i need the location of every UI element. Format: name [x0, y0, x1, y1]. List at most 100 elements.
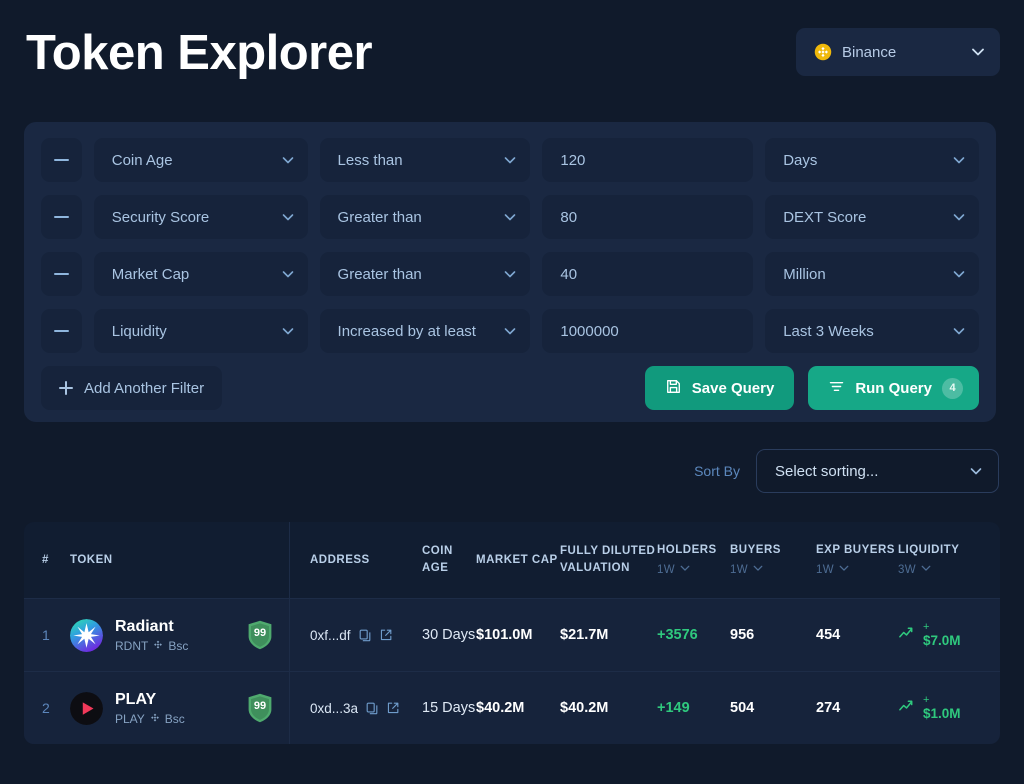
liquidity-value: $1.0M — [923, 706, 961, 721]
minus-icon — [53, 158, 69, 162]
filter-row-1: Security Score Greater than 80 DEXT Scor… — [41, 195, 980, 239]
run-query-count-badge: 4 — [942, 377, 963, 399]
save-query-button[interactable]: Save Query — [644, 366, 795, 410]
filter-field-label-1: Security Score — [111, 208, 210, 226]
filter-operator-select-0[interactable]: Less than — [319, 138, 531, 182]
chevron-down-icon — [839, 562, 849, 579]
row-coin-age: 15 Days — [422, 700, 476, 716]
trend-up-icon — [898, 697, 915, 719]
chain-select-dropdown[interactable]: Binance — [796, 28, 1000, 76]
chevron-down-icon — [504, 268, 516, 280]
column-header-market-cap: MARKET CAP — [476, 553, 558, 566]
filter-actions: Add Another Filter Save Query Run Query … — [41, 366, 979, 410]
token-table: # TOKEN ADDRESS COIN AGE MARKET CAP FULL… — [24, 522, 1000, 744]
filter-operator-select-1[interactable]: Greater than — [319, 195, 531, 239]
chevron-down-icon — [282, 154, 294, 166]
filter-field-label-2: Market Cap — [111, 265, 190, 283]
external-link-icon[interactable] — [379, 628, 393, 642]
filter-field-select-3[interactable]: Liquidity — [93, 309, 308, 353]
row-market-cap: $40.2M — [476, 700, 525, 716]
remove-filter-button-3[interactable] — [41, 309, 82, 353]
holders-period-dropdown[interactable]: 1W — [657, 562, 730, 579]
chevron-down-icon — [921, 562, 931, 579]
exp-buyers-period-dropdown[interactable]: 1W — [816, 562, 898, 579]
filter-field-select-0[interactable]: Coin Age — [93, 138, 308, 182]
token-name: Radiant — [115, 618, 174, 635]
row-address-cell: 0xd...3a — [290, 701, 422, 716]
filter-unit-select-3[interactable]: Last 3 Weeks — [765, 309, 980, 353]
copy-icon[interactable] — [365, 701, 379, 715]
chevron-down-icon — [953, 211, 965, 223]
chevron-down-icon — [504, 154, 516, 166]
address-text: 0xf...df — [310, 627, 351, 643]
table-header-left-pane: # TOKEN — [24, 522, 290, 598]
buyers-period-label: 1W — [730, 563, 749, 576]
chevron-down-icon — [953, 268, 965, 280]
table-row[interactable]: 2 PLAY PLAY Bsc 99 0xd...3a 15 Days $40.… — [24, 671, 1000, 744]
column-header-token: TOKEN — [70, 553, 113, 566]
filter-field-select-2[interactable]: Market Cap — [93, 252, 308, 296]
remove-filter-button-2[interactable] — [41, 252, 82, 296]
table-header-right-pane: ADDRESS COIN AGE MARKET CAP FULLY DILUTE… — [290, 522, 1000, 598]
token-chain: Bsc — [164, 712, 185, 726]
minus-icon — [53, 215, 69, 219]
plus-icon — [59, 381, 73, 395]
chevron-down-icon — [282, 268, 294, 280]
token-sub: RDNT Bsc — [115, 639, 247, 653]
shield-score-icon: 99 — [247, 693, 273, 723]
exp-buyers-period-label: 1W — [816, 563, 835, 576]
copy-icon[interactable] — [358, 628, 372, 642]
column-header-liquidity: LIQUIDITY 3W — [898, 542, 990, 579]
filter-operator-select-3[interactable]: Increased by at least — [319, 309, 531, 353]
liquidity-period-dropdown[interactable]: 3W — [898, 562, 990, 579]
chevron-down-icon — [282, 211, 294, 223]
sort-select-dropdown[interactable]: Select sorting... — [756, 449, 999, 493]
filter-value-input-1[interactable]: 80 — [542, 195, 754, 239]
token-explorer-page: Token Explorer Binance Coin Age Less tha… — [0, 0, 1024, 784]
address-wrap: 0xf...df — [310, 628, 422, 643]
table-row-left-pane: 1 Radiant RDNT Bsc 99 — [24, 599, 290, 671]
row-fdv: $40.2M — [560, 700, 609, 716]
run-query-label: Run Query — [855, 379, 932, 397]
filter-row-0: Coin Age Less than 120 Days — [41, 138, 980, 182]
row-market-cap: $101.0M — [476, 627, 533, 643]
filter-operator-label-1: Greater than — [337, 208, 422, 226]
trend-up-icon — [898, 624, 915, 646]
column-header-buyers-label: BUYERS — [730, 543, 781, 556]
row-buyers: 504 — [730, 700, 755, 716]
filter-unit-label-1: DEXT Score — [783, 208, 867, 226]
liquidity-sign: + — [923, 694, 930, 706]
buyers-period-dropdown[interactable]: 1W — [730, 562, 816, 579]
chevron-down-icon — [970, 465, 982, 477]
token-symbol: RDNT — [115, 639, 149, 653]
filter-unit-select-0[interactable]: Days — [765, 138, 980, 182]
filter-value-input-0[interactable]: 120 — [542, 138, 754, 182]
remove-filter-button-1[interactable] — [41, 195, 82, 239]
column-header-exp-buyers-label: EXP BUYERS — [816, 543, 895, 556]
filter-row-3: Liquidity Increased by at least 1000000 … — [41, 309, 980, 353]
chevron-down-icon — [753, 562, 763, 579]
filter-value-input-3[interactable]: 1000000 — [542, 309, 754, 353]
external-link-icon[interactable] — [386, 701, 400, 715]
filter-operator-select-2[interactable]: Greater than — [319, 252, 531, 296]
token-chain: Bsc — [168, 639, 189, 653]
filter-unit-select-2[interactable]: Million — [765, 252, 980, 296]
run-query-button[interactable]: Run Query 4 — [808, 366, 979, 410]
filter-field-select-1[interactable]: Security Score — [93, 195, 308, 239]
add-another-filter-button[interactable]: Add Another Filter — [41, 366, 223, 410]
token-meta: Radiant RDNT Bsc — [115, 617, 247, 653]
remove-filter-button-0[interactable] — [41, 138, 82, 182]
column-header-rank: # — [42, 553, 49, 566]
chevron-down-icon — [680, 562, 690, 579]
filter-unit-select-1[interactable]: DEXT Score — [765, 195, 980, 239]
filter-value-input-2[interactable]: 40 — [542, 252, 754, 296]
table-row-right-pane: 0xf...df 30 Days $101.0M $21.7M +3576 95… — [290, 599, 1000, 671]
row-liquidity-cell: + $1.0M — [898, 694, 990, 722]
row-holders: +149 — [657, 700, 690, 716]
chevron-down-icon — [953, 154, 965, 166]
row-exp-buyers: 454 — [816, 627, 841, 643]
add-filter-label: Add Another Filter — [84, 379, 205, 397]
table-row[interactable]: 1 Radiant RDNT Bsc 99 0xf...df 30 Days $… — [24, 598, 1000, 671]
filter-value-text-3: 1000000 — [560, 322, 619, 340]
row-coin-age: 30 Days — [422, 627, 476, 643]
